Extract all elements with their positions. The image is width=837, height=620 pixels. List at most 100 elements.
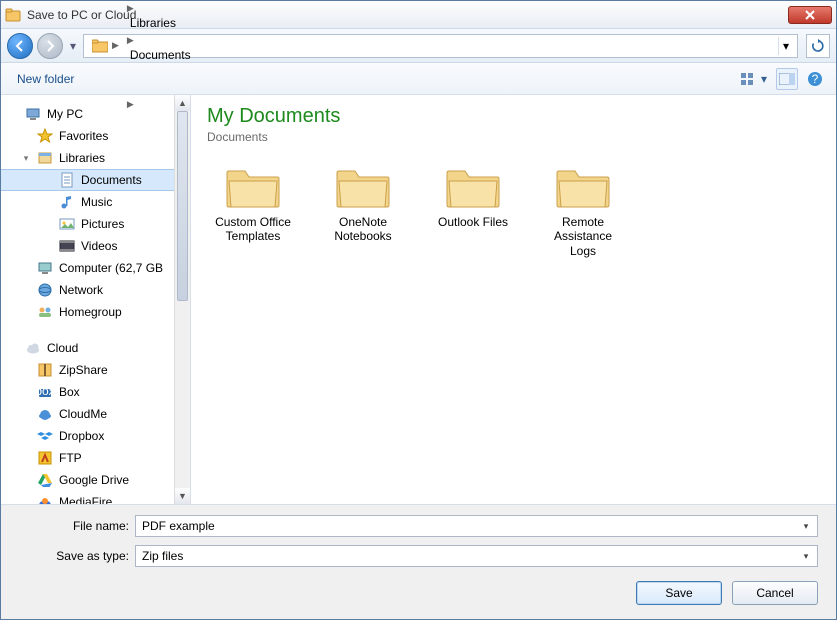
- view-mode-button[interactable]: [736, 68, 758, 90]
- tree-item[interactable]: Dropbox: [1, 425, 174, 447]
- tree-item[interactable]: Network: [1, 279, 174, 301]
- save-dialog: Save to PC or Cloud ▾ ▶ My PC▶Libraries▶…: [0, 0, 837, 620]
- new-folder-button[interactable]: New folder: [11, 68, 80, 90]
- content-pane: My Documents Documents Custom Office Tem…: [191, 95, 836, 504]
- videos-icon: [59, 238, 75, 254]
- back-button[interactable]: [7, 33, 33, 59]
- tree-item[interactable]: MediaFire: [1, 491, 174, 504]
- scroll-up-button[interactable]: ▲: [175, 95, 190, 111]
- save-type-combo[interactable]: Zip files ▾: [135, 545, 818, 567]
- tree-item[interactable]: Music: [1, 191, 174, 213]
- file-name-dropdown[interactable]: ▾: [798, 518, 814, 534]
- doc-icon: [59, 172, 75, 188]
- folder-label: Custom Office Templates: [212, 215, 294, 244]
- svg-text:box: box: [37, 384, 53, 398]
- toolbar: New folder ▾ ?: [1, 63, 836, 95]
- location-subtitle: Documents: [207, 130, 820, 144]
- preview-pane-button[interactable]: [776, 68, 798, 90]
- tree-item-label: FTP: [59, 451, 82, 465]
- zipshare-icon: [37, 362, 53, 378]
- gdrive-icon: [37, 472, 53, 488]
- folder-icon: [445, 165, 501, 209]
- pictures-icon: [59, 216, 75, 232]
- tree-item[interactable]: CloudMe: [1, 403, 174, 425]
- location-title: My Documents: [207, 105, 820, 128]
- tree-item[interactable]: Computer (62,7 GB: [1, 257, 174, 279]
- tree-item-label: Dropbox: [59, 429, 104, 443]
- tree-item-label: Google Drive: [59, 473, 129, 487]
- ftp-icon: [37, 450, 53, 466]
- dropbox-icon: [37, 428, 53, 444]
- refresh-icon: [811, 39, 825, 53]
- folder-label: Outlook Files: [432, 215, 514, 229]
- close-button[interactable]: [788, 6, 832, 24]
- folder-label: Remote Assistance Logs: [542, 215, 624, 258]
- file-name-input[interactable]: [142, 519, 811, 533]
- file-name-row: File name: ▾: [19, 515, 818, 537]
- tree-item[interactable]: Pictures: [1, 213, 174, 235]
- view-icons-icon: [740, 72, 754, 86]
- help-button[interactable]: ?: [804, 68, 826, 90]
- tree-item[interactable]: Homegroup: [1, 301, 174, 323]
- tree-item[interactable]: box Box: [1, 381, 174, 403]
- folder-item[interactable]: Outlook Files: [427, 160, 519, 263]
- tree-item[interactable]: Videos: [1, 235, 174, 257]
- file-name-label: File name:: [19, 519, 129, 533]
- help-icon: ?: [807, 71, 823, 87]
- close-icon: [805, 10, 815, 20]
- box-icon: box: [37, 384, 53, 400]
- scroll-down-button[interactable]: ▼: [175, 488, 190, 504]
- folder-item[interactable]: OneNote Notebooks: [317, 160, 409, 263]
- tree-item[interactable]: Favorites: [1, 125, 174, 147]
- folder-icon: [225, 165, 281, 209]
- tree-item-label: Box: [59, 385, 80, 399]
- tree-root[interactable]: Cloud: [1, 337, 174, 359]
- tree-item-label: Videos: [81, 239, 117, 253]
- breadcrumb-segment[interactable]: Libraries: [126, 14, 214, 32]
- tree-item-label: MediaFire: [59, 495, 112, 504]
- button-row: Save Cancel: [19, 581, 818, 605]
- preview-pane-icon: [779, 73, 795, 85]
- computer-icon: [37, 260, 53, 276]
- folder-grid: Custom Office Templates OneNote Notebooks…: [207, 160, 820, 263]
- breadcrumb-segment[interactable]: Documents: [126, 46, 214, 64]
- scroll-thumb[interactable]: [177, 111, 188, 301]
- tree-item[interactable]: Google Drive: [1, 469, 174, 491]
- sidebar-scrollbar[interactable]: ▲ ▼: [174, 95, 190, 504]
- tree-root[interactable]: My PC: [1, 103, 174, 125]
- dialog-body: My PCFavorites▾Libraries Documents Music Pi…: [1, 95, 836, 505]
- homegroup-icon: [37, 304, 53, 320]
- tree-item-label: Documents: [81, 173, 142, 187]
- tree-root-label: Cloud: [47, 341, 78, 355]
- tree-item-label: Computer (62,7 GB: [59, 261, 163, 275]
- folder-item[interactable]: Remote Assistance Logs: [537, 160, 629, 263]
- file-name-combo[interactable]: ▾: [135, 515, 818, 537]
- save-button[interactable]: Save: [636, 581, 722, 605]
- recent-locations-dropdown[interactable]: ▾: [67, 33, 79, 59]
- tree-item[interactable]: Documents: [1, 169, 174, 191]
- scroll-track[interactable]: [175, 111, 190, 488]
- tree-item[interactable]: FTP: [1, 447, 174, 469]
- mediafire-icon: [37, 494, 53, 504]
- folder-icon: [555, 165, 611, 209]
- cloudme-icon: [37, 406, 53, 422]
- cancel-button[interactable]: Cancel: [732, 581, 818, 605]
- tree-item-label: Pictures: [81, 217, 124, 231]
- save-type-dropdown[interactable]: ▾: [798, 548, 814, 564]
- tree-item[interactable]: ▾Libraries: [1, 147, 174, 169]
- tree-item[interactable]: ZipShare: [1, 359, 174, 381]
- forward-button[interactable]: [37, 33, 63, 59]
- refresh-button[interactable]: [806, 34, 830, 58]
- view-mode-dropdown[interactable]: ▾: [758, 68, 770, 90]
- address-history-dropdown[interactable]: ▾: [778, 37, 793, 55]
- star-icon: [37, 128, 53, 144]
- breadcrumb-root-icon[interactable]: ▶: [88, 37, 124, 55]
- cloud-icon: [25, 340, 41, 356]
- arrow-left-icon: [14, 40, 26, 52]
- address-bar[interactable]: ▶ My PC▶Libraries▶Documents▶My Documents…: [83, 34, 798, 58]
- tree-item-label: Network: [59, 283, 103, 297]
- folder-label: OneNote Notebooks: [322, 215, 404, 244]
- folder-item[interactable]: Custom Office Templates: [207, 160, 299, 263]
- music-icon: [59, 194, 75, 210]
- save-type-value: Zip files: [142, 549, 811, 563]
